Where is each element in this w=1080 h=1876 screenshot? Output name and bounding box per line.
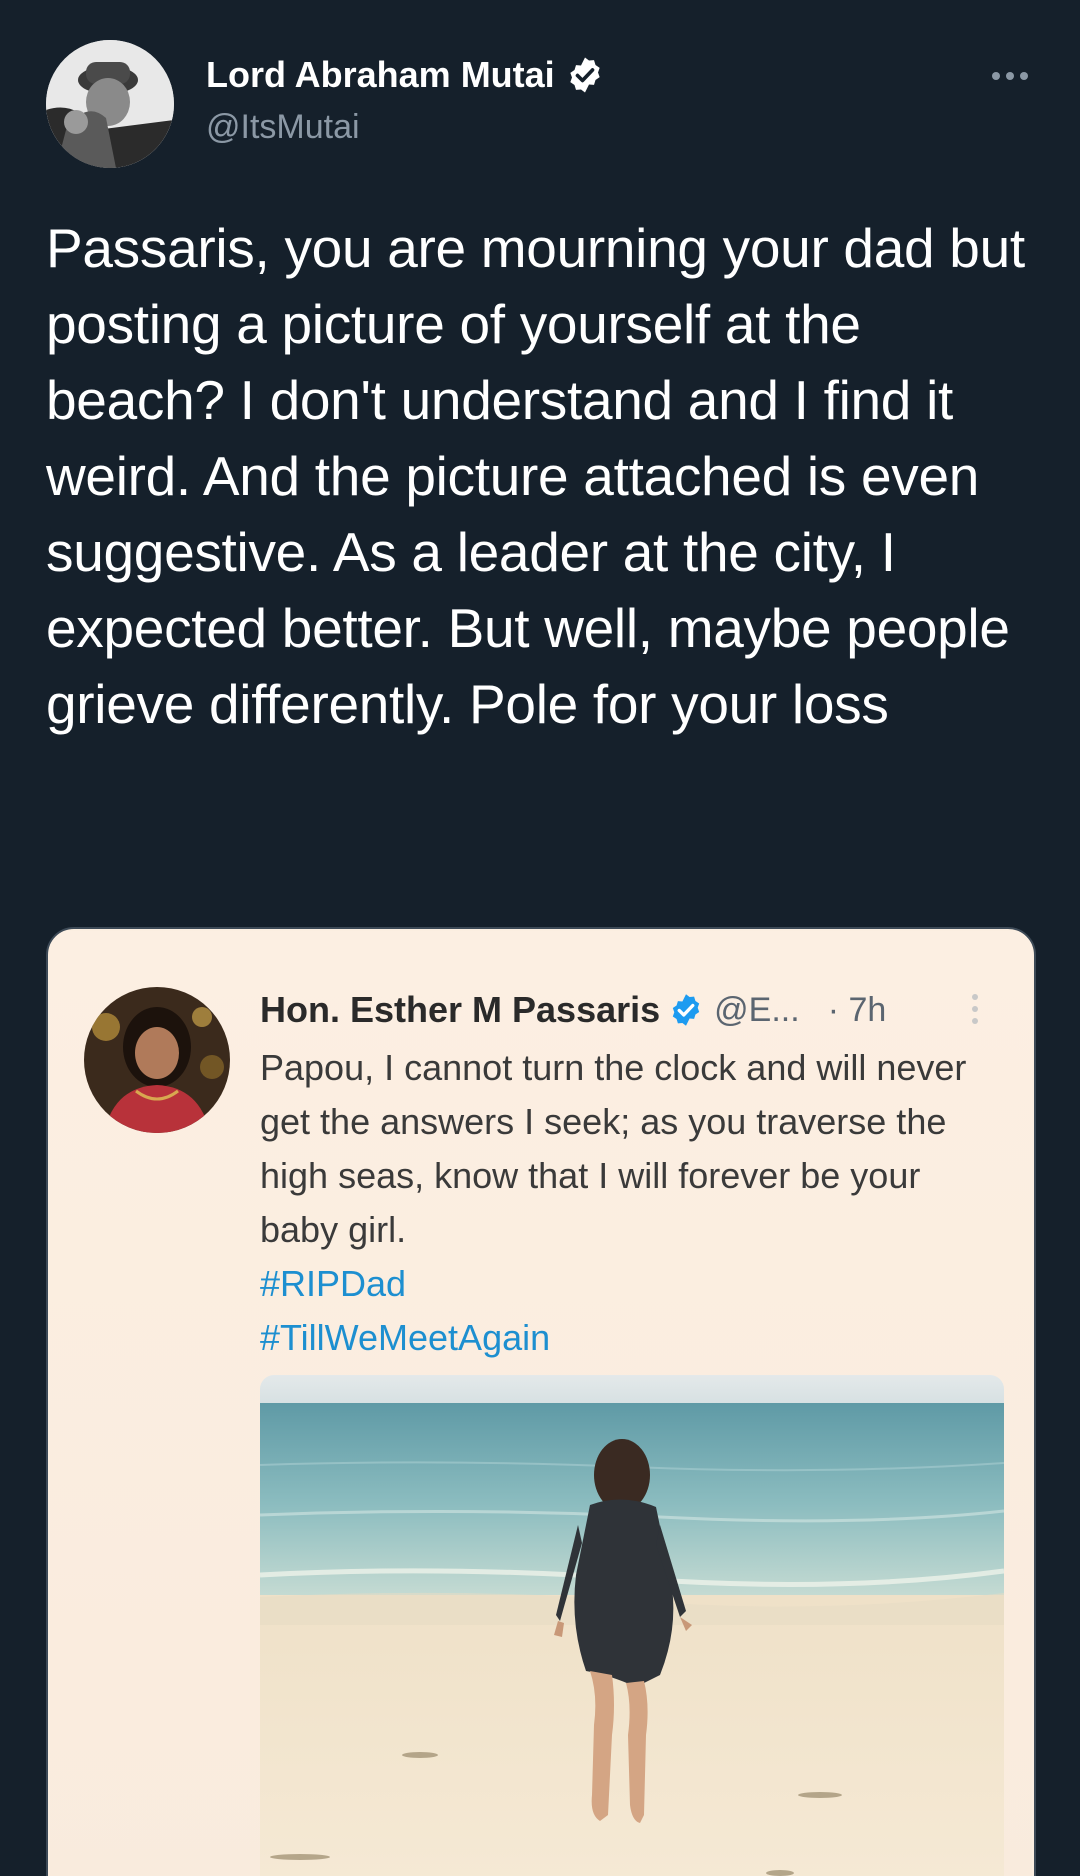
tweet-header: Lord Abraham Mutai @ItsMutai <box>46 40 1046 170</box>
more-horizontal-icon[interactable] <box>986 64 1034 88</box>
beach-photo <box>260 1375 1004 1876</box>
quoted-body: Papou, I cannot turn the clock and will … <box>260 1047 967 1250</box>
hashtag-tillwemeetagain: #TillWeMeetAgain <box>260 1317 551 1358</box>
quoted-author-avatar <box>84 987 230 1133</box>
quoted-header: Hon. Esther M Passaris @E... · 7h <box>260 985 1000 1035</box>
quoted-author-name: Hon. Esther M Passaris <box>260 989 661 1030</box>
author-name[interactable]: Lord Abraham Mutai <box>206 54 605 96</box>
tweet-text: Passaris, you are mourning your dad but … <box>46 217 1025 735</box>
quoted-author-handle: @E... <box>714 990 800 1029</box>
quoted-tweet-card[interactable]: Hon. Esther M Passaris @E... · 7h Papou,… <box>46 927 1036 1876</box>
author-handle[interactable]: @ItsMutai <box>206 108 360 147</box>
verified-icon <box>565 55 605 95</box>
more-vertical-icon <box>968 989 982 1029</box>
author-name-text[interactable]: Lord Abraham Mutai <box>206 54 555 96</box>
quoted-timestamp: · 7h <box>827 990 887 1029</box>
verified-icon <box>668 992 704 1028</box>
quoted-tweet-screenshot: Hon. Esther M Passaris @E... · 7h Papou,… <box>50 931 1032 1876</box>
author-avatar[interactable] <box>46 40 174 168</box>
hashtag-ripdad: #RIPDad <box>260 1263 407 1304</box>
quoted-tweet-text: Papou, I cannot turn the clock and will … <box>260 1041 1000 1365</box>
